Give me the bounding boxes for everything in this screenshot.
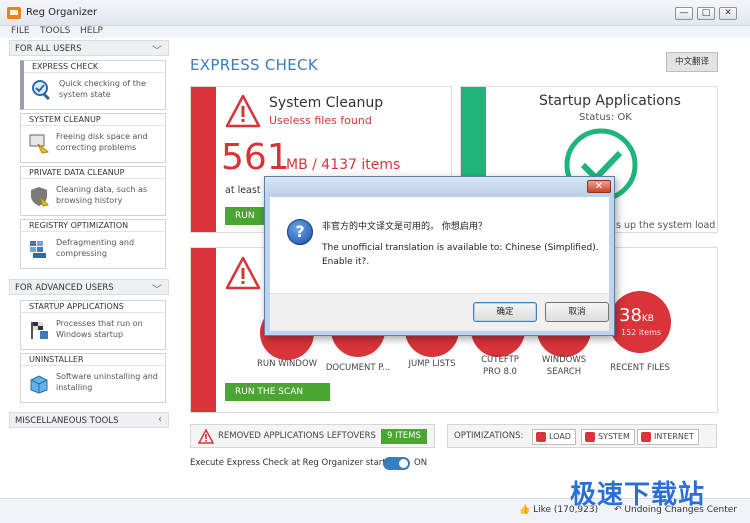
optimizations-box: OPTIMIZATIONS: LOAD SYSTEM INTERNET: [447, 424, 717, 448]
chevron-left-icon: ‹: [158, 414, 162, 425]
power-icon: [536, 432, 546, 442]
chinese-translation-button[interactable]: 中文翻译: [666, 52, 718, 72]
sidebar-item-title: STARTUP APPLICATIONS: [21, 301, 165, 313]
section-label: FOR ADVANCED USERS: [15, 283, 114, 293]
recent-files-count: 152 items: [621, 328, 662, 337]
warning-icon: [198, 429, 214, 444]
box-install-icon: [30, 375, 48, 394]
dialog-message-chinese: 非官方的中文译文是可用的。 你想启用？: [322, 222, 487, 232]
racing-flag-icon: [31, 322, 48, 339]
scan-item-label: CUTEFTP PRO 8.0: [481, 355, 519, 377]
registry-blocks-icon: [30, 241, 46, 258]
cleanup-size-unit: MB / 4137 items: [286, 157, 401, 173]
dialog-close-button[interactable]: ✕: [587, 180, 611, 193]
menu-bar: FILE TOOLS HELP: [0, 26, 750, 38]
close-button[interactable]: ✕: [719, 7, 737, 20]
sidebar-item-system-cleanup[interactable]: SYSTEM CLEANUP Freeing disk space and co…: [20, 113, 166, 163]
sidebar-item-registry-optimization[interactable]: REGISTRY OPTIMIZATION Defragmenting and …: [20, 219, 166, 269]
optimization-load-button[interactable]: LOAD: [532, 429, 576, 445]
scan-item-label: WINDOWS SEARCH: [541, 355, 587, 377]
startup-note: s up the system load: [616, 220, 716, 231]
minimize-button[interactable]: —: [675, 7, 693, 20]
broom-cleanup-icon: [29, 134, 50, 154]
chevron-down-icon: ﹀: [152, 46, 162, 57]
warning-icon: [225, 94, 261, 128]
section-label: MISCELLANEOUS TOOLS: [15, 416, 119, 426]
scan-item-label: RUN WINDOW: [256, 359, 318, 369]
shield-brush-icon: [31, 187, 50, 207]
page-title: EXPRESS CHECK: [190, 56, 318, 74]
translation-dialog: ✕ ? 非官方的中文译文是可用的。 你想启用？ The unofficial t…: [264, 176, 615, 336]
app-icon: [7, 7, 21, 19]
toggle-state-label: ON: [414, 458, 428, 468]
section-label: FOR ALL USERS: [15, 44, 82, 54]
cleanup-subtitle: Useless files found: [269, 114, 372, 127]
power-icon: [641, 432, 651, 442]
sidebar-item-private-data-cleanup[interactable]: PRIVATE DATA CLEANUP Cleaning data, such…: [20, 166, 166, 216]
dialog-message-english: The unofficial translation is available …: [322, 243, 599, 253]
sidebar-item-uninstaller[interactable]: UNINSTALLER Software uninstalling and in…: [20, 353, 166, 403]
menu-help[interactable]: HELP: [80, 26, 103, 36]
startup-check-toggle[interactable]: [383, 457, 410, 470]
optimizations-label: OPTIMIZATIONS:: [454, 431, 524, 441]
startup-check-label: Execute Express Check at Reg Organizer s…: [190, 458, 397, 468]
scan-item-label: RECENT FILES: [610, 363, 670, 373]
menu-tools[interactable]: TOOLS: [40, 26, 70, 36]
sidebar-item-startup-applications[interactable]: STARTUP APPLICATIONS Processes that run …: [20, 300, 166, 350]
sidebar-item-title: REGISTRY OPTIMIZATION: [21, 220, 165, 232]
maximize-button[interactable]: □: [697, 7, 715, 20]
section-for-advanced-users[interactable]: FOR ADVANCED USERS ﹀: [9, 279, 169, 296]
panel-stripe: [191, 87, 216, 232]
power-icon: [585, 432, 595, 442]
removed-leftovers-box[interactable]: REMOVED APPLICATIONS LEFTOVERS 9 ITEMS: [190, 424, 435, 448]
chevron-down-icon: ﹀: [152, 285, 162, 296]
sidebar-item-desc: Quick checking of the system state: [59, 79, 146, 99]
window-titlebar: Reg Organizer — □ ✕: [0, 0, 750, 26]
run-the-scan-button[interactable]: RUN THE SCAN: [225, 383, 330, 401]
section-for-all-users[interactable]: FOR ALL USERS ﹀: [9, 40, 169, 57]
sidebar-item-desc: Processes that run on Windows startup: [56, 319, 143, 339]
optimization-internet-button[interactable]: INTERNET: [637, 429, 699, 445]
dialog-titlebar: [265, 177, 614, 196]
sidebar-item-title: UNINSTALLER: [21, 354, 165, 366]
sidebar: FOR ALL USERS ﹀ EXPRESS CHECK Quick chec…: [0, 38, 175, 523]
sidebar-item-desc: Software uninstalling and installing: [56, 372, 158, 392]
removed-leftovers-label: REMOVED APPLICATIONS LEFTOVERS: [218, 431, 376, 441]
sidebar-item-title: EXPRESS CHECK: [24, 61, 165, 73]
panel-stripe: [191, 248, 216, 412]
window-title: Reg Organizer: [26, 7, 98, 18]
menu-file[interactable]: FILE: [11, 26, 30, 36]
sidebar-item-title: SYSTEM CLEANUP: [21, 114, 165, 126]
cancel-button[interactable]: 取消: [545, 302, 609, 322]
dialog-footer: 确定 取消: [270, 293, 609, 331]
optimization-system-button[interactable]: SYSTEM: [581, 429, 635, 445]
scan-item-label: JUMP LISTS: [408, 359, 456, 369]
recent-files-size: 38KB: [619, 305, 654, 326]
warning-icon: [225, 256, 261, 290]
question-icon: ?: [287, 219, 313, 245]
cleanup-note: at least t: [225, 185, 268, 196]
sidebar-item-express-check[interactable]: EXPRESS CHECK Quick checking of the syst…: [20, 60, 166, 110]
scan-item-label: DOCUMENT P...: [325, 363, 391, 373]
section-miscellaneous-tools[interactable]: MISCELLANEOUS TOOLS ‹: [9, 412, 169, 428]
site-watermark: 极速下载站: [570, 480, 706, 510]
sidebar-item-desc: Cleaning data, such as browsing history: [56, 185, 148, 205]
ok-button[interactable]: 确定: [473, 302, 537, 322]
startup-status: Status: OK: [579, 112, 632, 123]
removed-count-badge: 9 ITEMS: [381, 429, 427, 444]
recent-files-circle: 38KB 152 items: [609, 291, 671, 353]
dialog-body: ? 非官方的中文译文是可用的。 你想启用？ The unofficial tra…: [270, 197, 609, 331]
sidebar-item-title: PRIVATE DATA CLEANUP: [21, 167, 165, 179]
sidebar-item-desc: Freeing disk space and correcting proble…: [56, 132, 148, 152]
magnifier-check-icon: [32, 80, 50, 101]
startup-heading: Startup Applications: [539, 93, 681, 109]
cleanup-heading: System Cleanup: [269, 95, 384, 111]
summary-bar: REMOVED APPLICATIONS LEFTOVERS 9 ITEMS O…: [190, 424, 717, 448]
sidebar-item-desc: Defragmenting and compressing: [56, 238, 135, 258]
dialog-message-question: Enable it?.: [322, 257, 370, 267]
cleanup-size-value: 561: [221, 137, 290, 178]
